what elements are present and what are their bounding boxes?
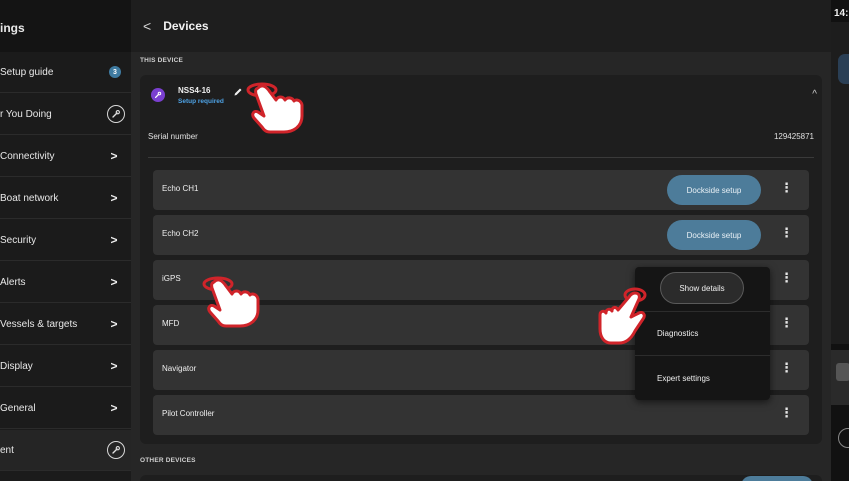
chevron-right-icon: > [110,317,118,331]
sidebar-item-label: Connectivity [0,150,55,162]
device-row-pilot-controller[interactable]: Pilot Controller ⋮ [153,395,809,435]
chevron-right-icon: > [110,275,118,289]
more-options-icon[interactable]: ⋮ [780,406,793,419]
sidebar-item-alerts[interactable]: Alerts > [0,262,131,303]
menu-item-diagnostics[interactable]: Diagnostics [635,311,770,355]
sidebar-item-security[interactable]: Security > [0,220,131,261]
setup-required-link[interactable]: Setup required [178,98,224,105]
menu-item-show-details: Show details [635,267,770,311]
other-device-card [140,475,822,481]
chevron-right-icon: > [110,233,118,247]
sidebar-item-display[interactable]: Display > [0,346,131,387]
sidebar-item-label: Display [0,360,33,372]
chevron-up-icon[interactable]: ^ [812,89,817,100]
sidebar-item-label: Security [0,234,37,246]
count-badge: 3 [109,66,121,78]
device-wrench-icon [151,88,165,102]
sidebar-item-you-doing[interactable]: r You Doing [0,94,131,135]
sidebar-item-boat-network[interactable]: Boat network > [0,178,131,219]
tap-hand-icon [246,82,304,134]
sidebar-item-label: Alerts [0,276,26,288]
section-this-device: THIS DEVICE [140,57,184,64]
device-context-menu: Show details Diagnostics Expert settings [635,267,770,400]
page-header: < Devices [131,0,831,52]
tap-hand-icon [202,276,260,328]
settings-sidebar: ings Setup guide 3 r You Doing Connectiv… [0,0,131,481]
side-app-icon[interactable] [836,363,849,381]
device-name: NSS4-16 [178,86,211,95]
chevron-right-icon: > [110,359,118,373]
row-label: MFD [162,319,180,328]
more-options-icon[interactable]: ⋮ [780,226,793,239]
sidebar-item-label: General [0,402,36,414]
side-panel-tab[interactable] [838,54,849,84]
serial-number-value: 129425871 [773,132,814,141]
chevron-right-icon: > [110,191,118,205]
sidebar-item-setup-guide[interactable]: Setup guide 3 [0,52,131,93]
back-icon[interactable]: < [143,18,151,34]
row-label: Echo CH1 [162,184,199,193]
tap-hand-icon [598,287,647,345]
chevron-right-icon: > [110,401,118,415]
wrench-icon [107,105,125,123]
row-label: Echo CH2 [162,229,199,238]
other-device-button[interactable] [741,476,813,481]
sidebar-item-label: Boat network [0,192,59,204]
devices-panel: < Devices THIS DEVICE NSS4-16 Setup requ… [131,0,831,481]
section-other-devices: OTHER DEVICES [140,457,196,464]
sidebar-title: ings [0,0,131,52]
sidebar-item-label: ent [0,444,14,456]
dockside-setup-button[interactable]: Dockside setup [667,220,761,250]
show-details-button[interactable]: Show details [660,272,744,304]
sidebar-item-label: Setup guide [0,66,54,78]
page-title: Devices [163,19,209,33]
sidebar-item-general[interactable]: General > [0,388,131,429]
row-label: Pilot Controller [162,409,215,418]
dockside-setup-button[interactable]: Dockside setup [667,175,761,205]
device-row-echo-ch1[interactable]: Echo CH1 Dockside setup ⋮ [153,170,809,210]
row-label: Navigator [162,364,197,373]
sidebar-item-label: r You Doing [0,108,52,120]
sidebar-item-vessels-targets[interactable]: Vessels & targets > [0,304,131,345]
clock: 14: [834,8,849,19]
sidebar-item-label: Vessels & targets [0,318,78,330]
more-options-icon[interactable]: ⋮ [780,271,793,284]
serial-number-label: Serial number [148,132,198,141]
row-label: iGPS [162,274,181,283]
sidebar-item-ent[interactable]: ent [0,430,131,471]
chevron-right-icon: > [110,149,118,163]
sidebar-item-connectivity[interactable]: Connectivity > [0,136,131,177]
menu-item-expert-settings[interactable]: Expert settings [635,356,770,400]
wrench-icon [107,441,125,459]
more-options-icon[interactable]: ⋮ [780,316,793,329]
divider [148,157,814,158]
device-row-echo-ch2[interactable]: Echo CH2 Dockside setup ⋮ [153,215,809,255]
more-options-icon[interactable]: ⋮ [780,181,793,194]
more-options-icon[interactable]: ⋮ [780,361,793,374]
